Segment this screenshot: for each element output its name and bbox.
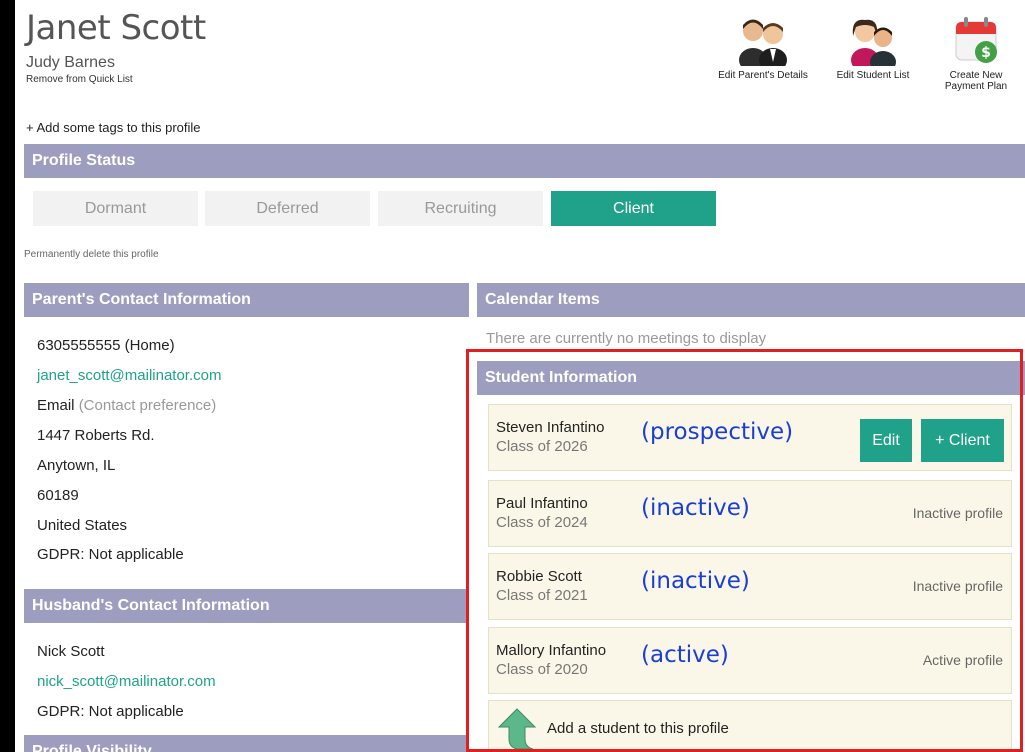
svg-text:$: $	[981, 45, 991, 61]
status-recruiting-button[interactable]: Recruiting	[378, 191, 543, 226]
add-tags-link[interactable]: + Add some tags to this profile	[26, 120, 201, 135]
profile-status-header: Profile Status	[24, 144, 1025, 178]
calendar-items-header: Calendar Items	[477, 283, 1025, 317]
status-deferred-button[interactable]: Deferred	[205, 191, 370, 226]
parent-country: United States	[37, 517, 128, 534]
parent-gdpr: GDPR: Not applicable	[37, 546, 184, 563]
contact-preference-value: Email	[37, 397, 75, 414]
parent-phone: 6305555555 (Home)	[37, 337, 175, 354]
create-payment-plan-label: Create New Payment Plan	[944, 70, 1008, 92]
edit-student-list-button[interactable]: Edit Student List	[827, 14, 919, 81]
contact-preference: Email (Contact preference)	[37, 397, 216, 414]
contact-preference-note: (Contact preference)	[78, 397, 217, 414]
remove-quick-list-link[interactable]: Remove from Quick List	[26, 74, 133, 85]
parent-zip: 60189	[37, 487, 79, 504]
edit-parent-details-button[interactable]: Edit Parent's Details	[717, 14, 809, 81]
students-icon	[851, 19, 896, 66]
husband-email-link[interactable]: nick_scott@mailinator.com	[37, 673, 216, 690]
delete-profile-link[interactable]: Permanently delete this profile	[24, 249, 159, 260]
husband-contact-header: Husband's Contact Information	[24, 589, 469, 623]
parent-address: 1447 Roberts Rd.	[37, 427, 155, 444]
status-dormant-button[interactable]: Dormant	[33, 191, 198, 226]
profile-page: Janet Scott Judy Barnes Remove from Quic…	[15, 0, 1025, 752]
husband-gdpr: GDPR: Not applicable	[37, 703, 184, 720]
profile-subname: Judy Barnes	[26, 54, 115, 71]
edit-parent-details-label: Edit Parent's Details	[718, 70, 808, 81]
parents-icon	[739, 19, 787, 66]
highlight-box	[466, 349, 1023, 752]
create-payment-plan-button[interactable]: $ Create New Payment Plan	[930, 14, 1022, 92]
profile-name: Janet Scott	[26, 8, 206, 48]
edit-student-list-label: Edit Student List	[836, 70, 910, 81]
profile-visibility-header: Profile Visibility	[24, 735, 469, 752]
parent-city: Anytown, IL	[37, 457, 116, 474]
status-client-button[interactable]: Client	[551, 191, 716, 226]
no-meetings-message: There are currently no meetings to displ…	[486, 330, 767, 347]
parent-contact-header: Parent's Contact Information	[24, 283, 469, 317]
parent-email-link[interactable]: janet_scott@mailinator.com	[37, 367, 221, 384]
payment-calendar-icon: $	[955, 17, 997, 63]
husband-name: Nick Scott	[37, 643, 105, 660]
